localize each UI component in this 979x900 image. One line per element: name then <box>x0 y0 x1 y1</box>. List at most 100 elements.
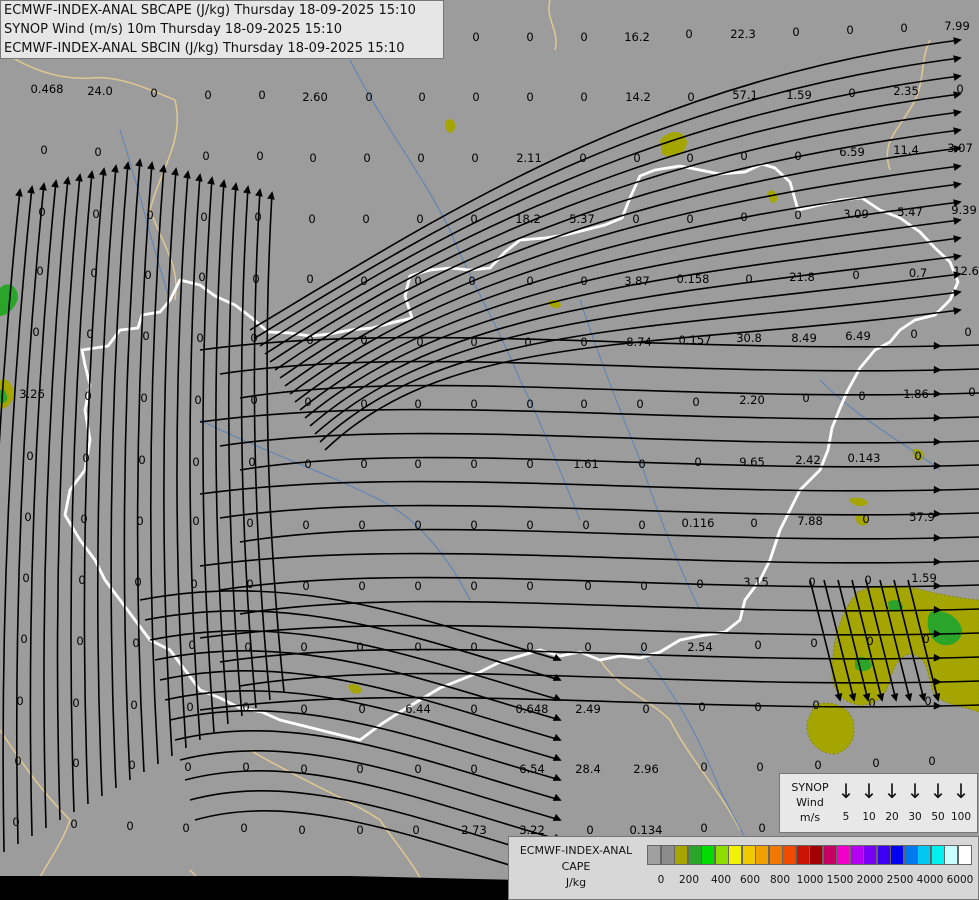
cape-value-label: 14.2 <box>625 90 651 104</box>
cape-value-label: 0 <box>414 579 421 593</box>
cape-value-label: 0 <box>848 86 855 100</box>
cape-value-label: 0 <box>414 762 421 776</box>
wind-legend-title-1: SYNOP <box>791 781 829 794</box>
cape-legend-tick: 1500 <box>826 874 854 886</box>
cape-value-label: 0 <box>417 151 424 165</box>
cape-legend-swatch <box>768 845 783 865</box>
wind-legend-speed: 50 <box>931 811 945 823</box>
cape-legend-swatch <box>701 845 715 865</box>
cape-value-label: 57.9 <box>909 510 935 524</box>
cape-value-label: 0 <box>914 449 921 463</box>
cape-value-label: 12.6 <box>953 264 979 278</box>
cape-value-label: 0 <box>248 455 255 469</box>
cape-value-label: 0 <box>86 327 93 341</box>
cape-value-label: 0 <box>300 640 307 654</box>
cape-legend-swatch <box>795 845 810 865</box>
cape-value-label: 0 <box>94 145 101 159</box>
cape-value-label: 0 <box>924 694 931 708</box>
cape-legend-swatch <box>930 845 945 865</box>
cape-value-label: 1.86 <box>903 387 929 401</box>
cape-legend-swatch <box>944 845 958 865</box>
cape-value-label: 5.37 <box>569 212 595 226</box>
cape-legend-tick: 2000 <box>856 874 884 886</box>
cape-value-label: 0 <box>12 815 19 829</box>
cape-value-label: 0 <box>584 579 591 593</box>
cape-value-label: 0 <box>132 636 139 650</box>
cape-value-label: 0 <box>358 702 365 716</box>
cape-legend-tick: 1000 <box>796 874 824 886</box>
cape-value-label: 0 <box>633 151 640 165</box>
cape-legend-tick: 0 <box>657 874 665 886</box>
cape-value-label: 0 <box>579 151 586 165</box>
header-line-cape: ECMWF-INDEX-ANAL SBCAPE (J/kg) Thursday … <box>4 3 416 18</box>
cape-value-label: 0 <box>866 634 873 648</box>
cape-legend-swatch <box>647 845 661 865</box>
cape-value-label: 0 <box>852 268 859 282</box>
header-line-cin: ECMWF-INDEX-ANAL SBCIN (J/kg) Thursday 1… <box>4 41 405 56</box>
map-background <box>0 0 979 900</box>
cape-value-label: 0 <box>412 823 419 837</box>
cape-value-label: 0 <box>526 640 533 654</box>
cape-legend-title: ECMWF-INDEX-ANAL CAPE J/kg <box>511 843 641 891</box>
cape-value-label: 0 <box>686 212 693 226</box>
cape-value-label: 0 <box>84 389 91 403</box>
cape-value-label: 0 <box>922 632 929 646</box>
cape-value-label: 0 <box>687 90 694 104</box>
cape-value-label: 0 <box>146 208 153 222</box>
cape-value-label: 0 <box>928 754 935 768</box>
wind-legend-title-3: m/s <box>799 811 821 824</box>
cape-value-label: 0 <box>416 212 423 226</box>
cape-legend-swatch <box>876 845 891 865</box>
cape-value-label: 2.54 <box>687 640 713 654</box>
cape-value-label: 7.99 <box>944 19 970 33</box>
cape-value-label: 0 <box>298 823 305 837</box>
cape-legend-swatch <box>890 845 904 865</box>
cape-value-label: 0 <box>414 274 421 288</box>
cape-value-label: 0 <box>246 577 253 591</box>
cape-value-label: 0 <box>526 579 533 593</box>
cape-value-label: 7.88 <box>797 514 823 528</box>
cape-value-label: 0 <box>126 819 133 833</box>
cape-value-label: 0 <box>192 514 199 528</box>
cape-value-label: 0 <box>808 575 815 589</box>
cape-value-label: 0 <box>414 397 421 411</box>
cape-value-label: 8.49 <box>791 331 817 345</box>
cape-value-label: 0 <box>968 385 975 399</box>
cape-value-label: 0 <box>128 758 135 772</box>
cape-value-label: 0 <box>414 640 421 654</box>
cape-value-label: 0 <box>302 518 309 532</box>
cape-value-label: 0.143 <box>848 451 881 465</box>
cape-value-label: 11.4 <box>893 143 919 157</box>
cape-value-label: 0 <box>686 151 693 165</box>
cape-legend-title-3: J/kg <box>565 876 587 889</box>
cape-value-label: 0 <box>580 335 587 349</box>
cape-value-label: 21.8 <box>789 270 815 284</box>
cape-value-label: 0 <box>90 266 97 280</box>
cape-value-label: 0 <box>526 274 533 288</box>
cape-value-label: 0 <box>182 821 189 835</box>
cape-value-label: 0 <box>802 391 809 405</box>
cape-value-label: 3.09 <box>843 207 869 221</box>
cape-value-label: 0 <box>864 573 871 587</box>
cape-value-label: 0 <box>306 333 313 347</box>
cape-value-label: 0 <box>16 694 23 708</box>
cape-value-label: 0 <box>356 823 363 837</box>
cape-value-label: 3.87 <box>624 274 650 288</box>
cape-value-label: 0 <box>470 640 477 654</box>
cape-value-label: 0 <box>202 149 209 163</box>
wind-legend-speed: 20 <box>885 811 899 823</box>
cape-value-label: 0 <box>244 640 251 654</box>
cape-legend: ECMWF-INDEX-ANAL CAPE J/kg 0 200 400 600 800… <box>508 836 979 900</box>
cape-value-label: 0 <box>32 325 39 339</box>
cape-value-label: 16.2 <box>624 30 650 44</box>
cape-value-label: 0 <box>414 457 421 471</box>
cape-value-label: 0 <box>36 264 43 278</box>
cape-value-label: 1.59 <box>786 88 812 102</box>
cape-value-label: 0 <box>794 149 801 163</box>
cape-value-label: 0 <box>758 821 765 835</box>
cape-legend-swatch <box>836 845 850 865</box>
cape-value-label: 0 <box>198 270 205 284</box>
cape-value-label: 0 <box>526 518 533 532</box>
cape-value-label: 0 <box>184 760 191 774</box>
cape-value-label: 0 <box>862 512 869 526</box>
